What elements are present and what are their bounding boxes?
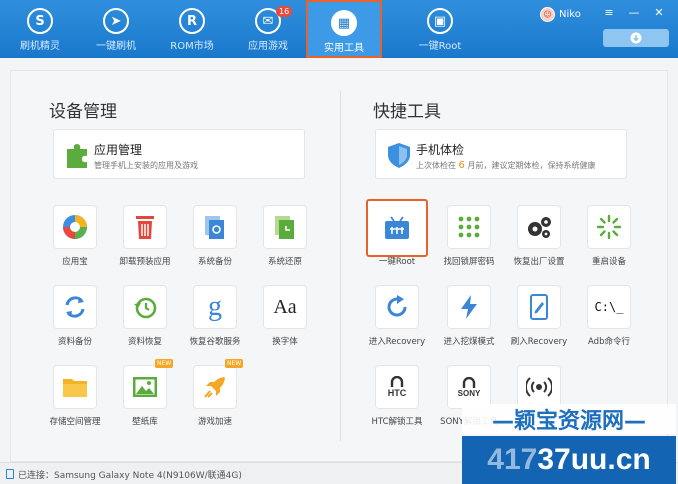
tool-data-restore[interactable]: 资料恢复 [109, 285, 181, 355]
tool-game-acceleration[interactable]: NEW 游戏加速 [179, 359, 251, 435]
watermark-url-prefix: 417 [487, 443, 538, 476]
nav-one-click-flash[interactable]: ➤ 一键刷机 [78, 0, 154, 58]
nav-label: 应用游戏 [248, 41, 288, 52]
unlock-icon [462, 376, 476, 388]
tool-enter-recovery[interactable]: 进入Recovery [361, 285, 433, 355]
root-icon: ▣ [427, 8, 453, 34]
minimize-icon[interactable]: — [627, 6, 641, 19]
tool-wallpaper-library[interactable]: NEW 壁纸库 [109, 359, 181, 435]
nav-apps-games[interactable]: ✉ 16 应用游戏 [230, 0, 306, 58]
trash-icon [136, 216, 154, 239]
refresh-icon [387, 295, 407, 317]
card-description: 上次体检在 6 月前，建议定期体检，保持系统健康 [416, 160, 595, 171]
new-badge: NEW [225, 359, 244, 368]
tool-htc-unlock[interactable]: HTC HTC解锁工具 [361, 365, 433, 435]
watermark-url-domain: 37uu.cn [537, 443, 651, 476]
section-title-quick-tools: 快捷工具 [373, 102, 441, 122]
nav-label: 刷机精灵 [20, 41, 60, 52]
system-restore-icon [275, 216, 294, 239]
unlock-icon [390, 376, 404, 387]
gears-icon [528, 217, 551, 238]
tool-flash-recovery[interactable]: 刷入Recovery [503, 285, 575, 355]
tool-reboot-device[interactable]: 重启设备 [573, 205, 645, 275]
card-title: 应用管理 [94, 143, 143, 157]
sony-logo: SONY [457, 388, 481, 398]
tool-label: 游戏加速 [197, 417, 232, 427]
nav-label: 一键Root [418, 41, 462, 52]
pattern-lock-icon [458, 216, 480, 238]
tool-label: 换字体 [272, 337, 298, 347]
nav-one-click-root[interactable]: ▣ 一键Root [402, 0, 478, 58]
tool-adb-command-line[interactable]: C:\_ Adb命令行 [573, 285, 645, 355]
tool-label: Adb命令行 [588, 337, 630, 347]
avatar: ☺ [540, 6, 555, 22]
loading-spinner-icon [596, 214, 622, 240]
tool-enter-download-mode[interactable]: 进入挖煤模式 [433, 285, 505, 355]
new-badge: NEW [155, 359, 174, 368]
card-title: 手机体检 [416, 143, 465, 157]
watermark-url: 417 37uu.cn [462, 436, 676, 484]
tool-label: 系统还原 [267, 257, 302, 267]
section-divider [340, 91, 341, 441]
htc-logo: HTC [387, 388, 407, 398]
rocket-icon [204, 377, 225, 398]
nav-label: ROM市场 [170, 41, 214, 52]
connection-status: 已连接：Samsung Galaxy Note 4(N9106W/联通4G) [18, 471, 242, 481]
tool-one-click-root[interactable]: 一键Root [361, 199, 433, 275]
download-icon [630, 32, 642, 44]
nav-label: 一键刷机 [96, 41, 136, 52]
user-name: Niko [559, 8, 581, 20]
terminal-icon: C:\_ [594, 300, 624, 314]
download-button[interactable] [603, 29, 669, 47]
wireless-signal-icon [526, 377, 552, 397]
section-title-device-management: 设备管理 [49, 102, 117, 122]
top-nav-bar: S 刷机精灵 ➤ 一键刷机 R ROM市场 ✉ 16 应用游戏 ▦ 实用工具 ▣… [0, 0, 678, 58]
picture-icon [133, 377, 157, 397]
desc-suffix: 月前，建议定期体检，保持系统健康 [467, 161, 596, 170]
tool-label: 重启设备 [591, 257, 626, 267]
history-icon [134, 297, 157, 319]
tool-change-font[interactable]: Aa 换字体 [249, 285, 321, 355]
yingyongbao-icon [63, 215, 87, 239]
tool-uninstall-preinstalled[interactable]: 卸载预装应用 [109, 205, 181, 275]
tool-system-restore[interactable]: 系统还原 [249, 205, 321, 275]
tool-factory-reset[interactable]: 恢复出厂设置 [503, 205, 575, 275]
desc-prefix: 上次体检在 [416, 161, 456, 170]
puzzle-icon [67, 144, 87, 168]
watermark-title: —颖宝资源网— [462, 404, 676, 434]
phone-connected-icon [6, 469, 14, 479]
shield-check-icon [388, 143, 410, 168]
root-tv-icon [385, 216, 409, 239]
tool-system-backup[interactable]: 系统备份 [179, 205, 251, 275]
tool-restore-google-services[interactable]: g 恢复谷歌服务 [179, 285, 251, 355]
nav-label: 实用工具 [324, 43, 364, 54]
sync-icon [65, 296, 85, 318]
card-description: 管理手机上安装的应用及游戏 [94, 161, 198, 170]
tool-recover-lock-password[interactable]: 找回锁屏密码 [433, 205, 505, 275]
app-management-card[interactable]: 应用管理 管理手机上安装的应用及游戏 [53, 129, 305, 179]
lightning-icon [461, 295, 477, 319]
tool-data-backup[interactable]: 资料备份 [39, 285, 111, 355]
rom-icon: R [179, 8, 205, 34]
nav-shuaji-jingling[interactable]: S 刷机精灵 [2, 0, 78, 58]
folder-icon [63, 379, 87, 397]
nav-rom-market[interactable]: R ROM市场 [154, 0, 230, 58]
phone-edit-icon [530, 294, 548, 320]
desc-days: 6 [458, 160, 465, 171]
phone-checkup-card[interactable]: 手机体检 上次体检在 6 月前，建议定期体检，保持系统健康 [375, 129, 627, 179]
font-icon: Aa [273, 295, 297, 318]
google-g-icon: g [208, 291, 222, 322]
close-icon[interactable]: ✕ [652, 6, 666, 19]
user-account[interactable]: ☺ Niko [540, 6, 581, 22]
tool-storage-management[interactable]: 存储空间管理 [39, 365, 111, 435]
menu-icon[interactable]: ≡ [602, 6, 616, 19]
notification-badge: 16 [276, 6, 293, 17]
grid-icon: ▦ [331, 10, 357, 36]
system-backup-icon [205, 216, 224, 239]
cursor-icon: ➤ [103, 8, 129, 34]
nav-utility-tools[interactable]: ▦ 实用工具 [306, 0, 382, 58]
shield-logo-icon: S [27, 8, 53, 34]
tool-yingyongbao[interactable]: 应用宝 [39, 205, 111, 275]
